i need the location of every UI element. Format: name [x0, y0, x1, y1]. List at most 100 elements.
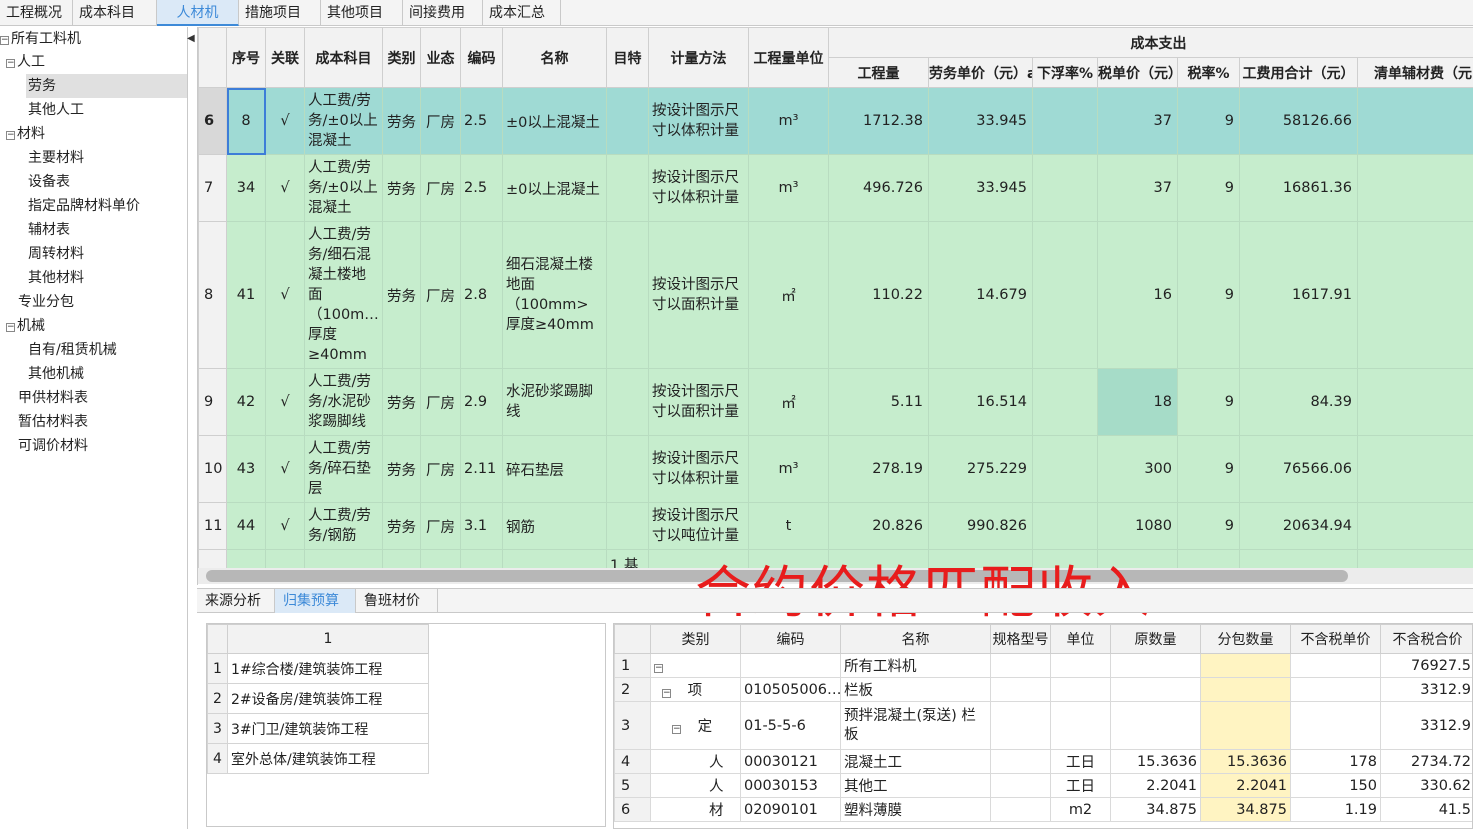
tab-source-analysis[interactable]: 来源分析	[197, 589, 275, 613]
cell-tax-price[interactable]: 16	[1097, 221, 1178, 369]
table-row[interactable]: 9 42 √ 人工费/劳务/水泥砂浆踢脚线 劳务 厂房 2.9 水泥砂浆踢脚线 …	[198, 368, 1473, 436]
cell-feature[interactable]	[606, 87, 649, 155]
cell-code[interactable]: 00030153	[740, 773, 841, 798]
cell-tax-rate[interactable]: 9	[1177, 368, 1240, 436]
cell-name[interactable]: 水泥砂浆踢脚线	[502, 368, 607, 436]
cell-sub-qty[interactable]	[1200, 701, 1291, 750]
col-header-business[interactable]: 业态	[420, 27, 461, 88]
col-header-category[interactable]: 类别	[650, 624, 741, 654]
cell-feature[interactable]	[606, 221, 649, 369]
cell-tax-rate[interactable]: 9	[1177, 435, 1240, 503]
cell-price-ex-tax[interactable]: 1.19	[1290, 797, 1381, 822]
col-header-price-ex-tax[interactable]: 不含税单价	[1290, 624, 1381, 654]
table-row[interactable]: 11 44 √ 人工费/劳务/钢筋 劳务 厂房 3.1 钢筋 按设计图示尺寸以吨…	[198, 502, 1473, 550]
cell-name[interactable]: 所有工料机	[840, 653, 991, 678]
cell-total-ex-tax[interactable]: 2734.72	[1380, 749, 1472, 774]
cell-category[interactable]: −	[650, 653, 741, 678]
col-header-sub-qty[interactable]: 分包数量	[1200, 624, 1291, 654]
cell-spec[interactable]	[990, 677, 1051, 702]
tree-item-turnover-materials[interactable]: 周转材料	[28, 242, 84, 266]
cell-category[interactable]: 人	[650, 749, 741, 774]
cell-feature[interactable]	[606, 435, 649, 503]
table-row[interactable]: 4 人 00030121 混凝土工 工日 15.3636 15.3636 178…	[614, 749, 1472, 774]
cell-tax-rate[interactable]: 9	[1177, 502, 1240, 550]
collapse-toggle-icon[interactable]: −	[672, 725, 681, 734]
row-number[interactable]: 6	[198, 87, 227, 155]
table-row[interactable]: 6 材 02090101 塑料薄膜 m2 34.875 34.875 1.19 …	[614, 797, 1472, 822]
table-row[interactable]: 6 8 √ 人工费/劳务/±0以上混凝土 劳务 厂房 2.5 ±0以上混凝土 按…	[198, 87, 1473, 155]
cell-quantity[interactable]: 496.726	[828, 154, 929, 222]
cell-price-ex-tax[interactable]	[1290, 677, 1381, 702]
cell-category[interactable]: − 定	[650, 701, 741, 750]
cell-quantity[interactable]: 20.826	[828, 502, 929, 550]
cell-price[interactable]: 33.945	[928, 154, 1033, 222]
col-header-orig-qty[interactable]: 原数量	[1110, 624, 1201, 654]
cell-tax-rate[interactable]: 9	[1177, 87, 1240, 155]
col-header-name[interactable]: 名称	[502, 27, 607, 88]
cell-name[interactable]: 其他工	[840, 773, 991, 798]
cell-code[interactable]: 01-5-5-6	[740, 701, 841, 750]
row-number[interactable]: 11	[198, 502, 227, 550]
cell-method[interactable]: 按设计图示尺寸以体积计量	[648, 435, 749, 503]
cell-total[interactable]: 1617.91	[1239, 221, 1358, 369]
cell-aux[interactable]	[1356, 87, 1473, 155]
col-header-1[interactable]: 1	[227, 624, 429, 654]
cell-business[interactable]: 厂房	[420, 87, 461, 155]
cell-total[interactable]: 84.39	[1239, 368, 1358, 436]
cell-price[interactable]: 33.945	[928, 87, 1033, 155]
cell-feature[interactable]	[606, 368, 649, 436]
cell-code[interactable]: 2.9	[460, 368, 503, 436]
cell-sub-qty[interactable]	[1200, 677, 1291, 702]
col-header-method[interactable]: 计量方法	[648, 27, 749, 88]
cell-float[interactable]	[1032, 368, 1098, 436]
cell-code[interactable]: 010505006…	[740, 677, 841, 702]
cell-method[interactable]: 按设计图示尺寸以面积计量	[648, 368, 749, 436]
cell-quantity[interactable]: 278.19	[828, 435, 929, 503]
cell-name[interactable]: ±0以上混凝土	[502, 154, 607, 222]
cell-feature[interactable]	[606, 154, 649, 222]
collapse-panel-icon[interactable]: ◀	[187, 33, 195, 44]
cell-business[interactable]: 厂房	[420, 221, 461, 369]
tab-labor-material-machine[interactable]: 人材机	[157, 0, 239, 26]
cell-code[interactable]: 2.5	[460, 154, 503, 222]
cell-seq[interactable]: 8	[226, 87, 266, 155]
cell-unit[interactable]: m³	[748, 435, 829, 503]
cell-float[interactable]	[1032, 435, 1098, 503]
tree-item-main-materials[interactable]: 主要材料	[28, 146, 84, 170]
cell-code[interactable]: 2.8	[460, 221, 503, 369]
tree-item-supplied-materials[interactable]: 甲供材料表	[18, 386, 88, 410]
cell-unit[interactable]: m³	[748, 87, 829, 155]
cell-category[interactable]: 劳务	[382, 221, 421, 369]
cell-code[interactable]: 3.1	[460, 502, 503, 550]
cell-aux[interactable]	[1356, 221, 1473, 369]
cell-price[interactable]: 990.826	[928, 502, 1033, 550]
cell-method[interactable]: 按设计图示尺寸以面积计量	[648, 221, 749, 369]
cell-seq[interactable]: 34	[226, 154, 266, 222]
cell-price[interactable]: 16.514	[928, 368, 1033, 436]
list-item[interactable]: 2 2#设备房/建筑装饰工程	[207, 683, 429, 714]
tab-measures[interactable]: 措施项目	[239, 0, 321, 26]
collapse-toggle-icon[interactable]: −	[654, 663, 663, 673]
cell-tax-price[interactable]: 37	[1097, 87, 1178, 155]
cell-total-ex-tax[interactable]: 330.62	[1380, 773, 1472, 798]
cell-cost-item[interactable]: 人工费/劳务/碎石垫层	[304, 435, 383, 503]
tree-item-labor-service[interactable]: 劳务	[26, 74, 187, 98]
cell-unit[interactable]: m2	[1050, 797, 1111, 822]
cell-total[interactable]: 58126.66	[1239, 87, 1358, 155]
cell-cost-item[interactable]: 人工费/劳务/钢筋	[304, 502, 383, 550]
tab-cost-summary[interactable]: 成本汇总	[483, 0, 561, 26]
table-row[interactable]: 7 34 √ 人工费/劳务/±0以上混凝土 劳务 厂房 2.5 ±0以上混凝土 …	[198, 154, 1473, 222]
tree-item-root[interactable]: − 所有工料机	[0, 27, 81, 51]
cell-link[interactable]: √	[265, 87, 305, 155]
cell-seq[interactable]: 44	[226, 502, 266, 550]
cell-category[interactable]: 劳务	[382, 435, 421, 503]
cell-price-ex-tax[interactable]: 150	[1290, 773, 1381, 798]
col-header-quantity[interactable]: 工程量	[828, 57, 929, 88]
cell-quantity[interactable]: 1712.38	[828, 87, 929, 155]
cell-method[interactable]: 按设计图示尺寸以体积计量	[648, 87, 749, 155]
cell-unit[interactable]: 工日	[1050, 773, 1111, 798]
cell-code[interactable]: 00030121	[740, 749, 841, 774]
table-row[interactable]: 1 − 所有工料机 76927.5	[614, 653, 1472, 678]
cell-sub-qty[interactable]: 34.875	[1200, 797, 1291, 822]
tab-cost-items[interactable]: 成本科目	[73, 0, 157, 26]
